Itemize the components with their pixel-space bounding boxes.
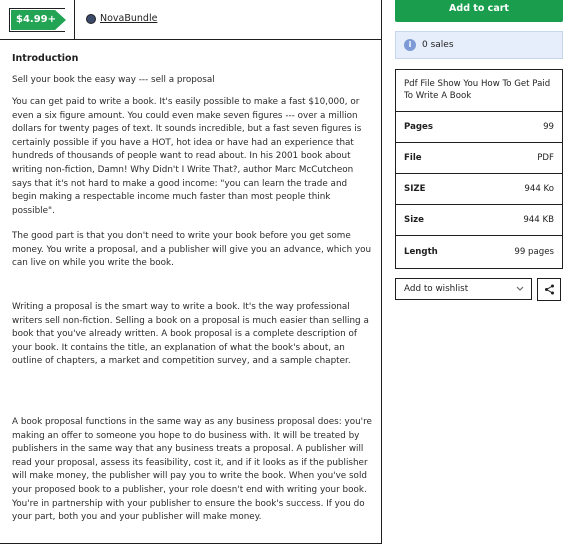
info-row: Pages 99 — [396, 112, 562, 143]
description-paragraph: Sell your book the easy way --- sell a p… — [12, 75, 215, 85]
sales-count: 0 sales — [422, 40, 454, 50]
info-label: Size — [404, 215, 424, 225]
price-tag: $4.99+ — [11, 10, 66, 30]
info-table-title: Pdf File Show You How To Get Paid To Wri… — [396, 70, 562, 112]
product-main-panel: $4.99+ NovaBundle Introduction Sell your… — [0, 0, 382, 544]
chevron-down-icon — [516, 285, 524, 294]
info-label: Pages — [404, 122, 433, 132]
description-paragraph: You can get paid to write a book. It's e… — [12, 97, 362, 216]
info-row: Length 99 pages — [396, 236, 562, 267]
seller-avatar — [86, 13, 96, 24]
wishlist-label: Add to wishlist — [404, 284, 469, 294]
info-icon: i — [404, 39, 416, 51]
info-row: Size 944 KB — [396, 205, 562, 236]
info-value: 99 — [543, 122, 554, 132]
info-value: 944 Ko — [524, 184, 554, 194]
add-to-cart-button[interactable]: Add to cart — [395, 0, 563, 22]
description-paragraph: The good part is that you don't need to … — [12, 231, 372, 269]
info-label: Length — [404, 246, 438, 257]
info-value: 944 KB — [523, 215, 554, 225]
share-button[interactable] — [537, 278, 561, 301]
product-header-strip: $4.99+ NovaBundle — [0, 0, 382, 40]
info-value: PDF — [537, 153, 554, 163]
share-icon — [544, 280, 555, 299]
sales-badge: i 0 sales — [395, 31, 563, 59]
info-label: File — [404, 153, 422, 163]
info-value: 99 pages — [514, 246, 554, 257]
product-info-table: Pdf File Show You How To Get Paid To Wri… — [395, 69, 563, 269]
description-paragraph: Writing a proposal is the smart way to w… — [12, 302, 369, 367]
info-row: SIZE 944 Ko — [396, 174, 562, 205]
seller-name[interactable]: NovaBundle — [100, 13, 157, 24]
section-title: Introduction — [12, 53, 79, 64]
info-row: File PDF — [396, 143, 562, 174]
add-to-wishlist-dropdown[interactable]: Add to wishlist — [395, 278, 532, 300]
info-label: SIZE — [404, 184, 426, 194]
seller-link[interactable]: NovaBundle — [86, 13, 157, 24]
header-divider — [74, 0, 75, 40]
description-paragraph: A book proposal functions in the same wa… — [12, 417, 372, 523]
